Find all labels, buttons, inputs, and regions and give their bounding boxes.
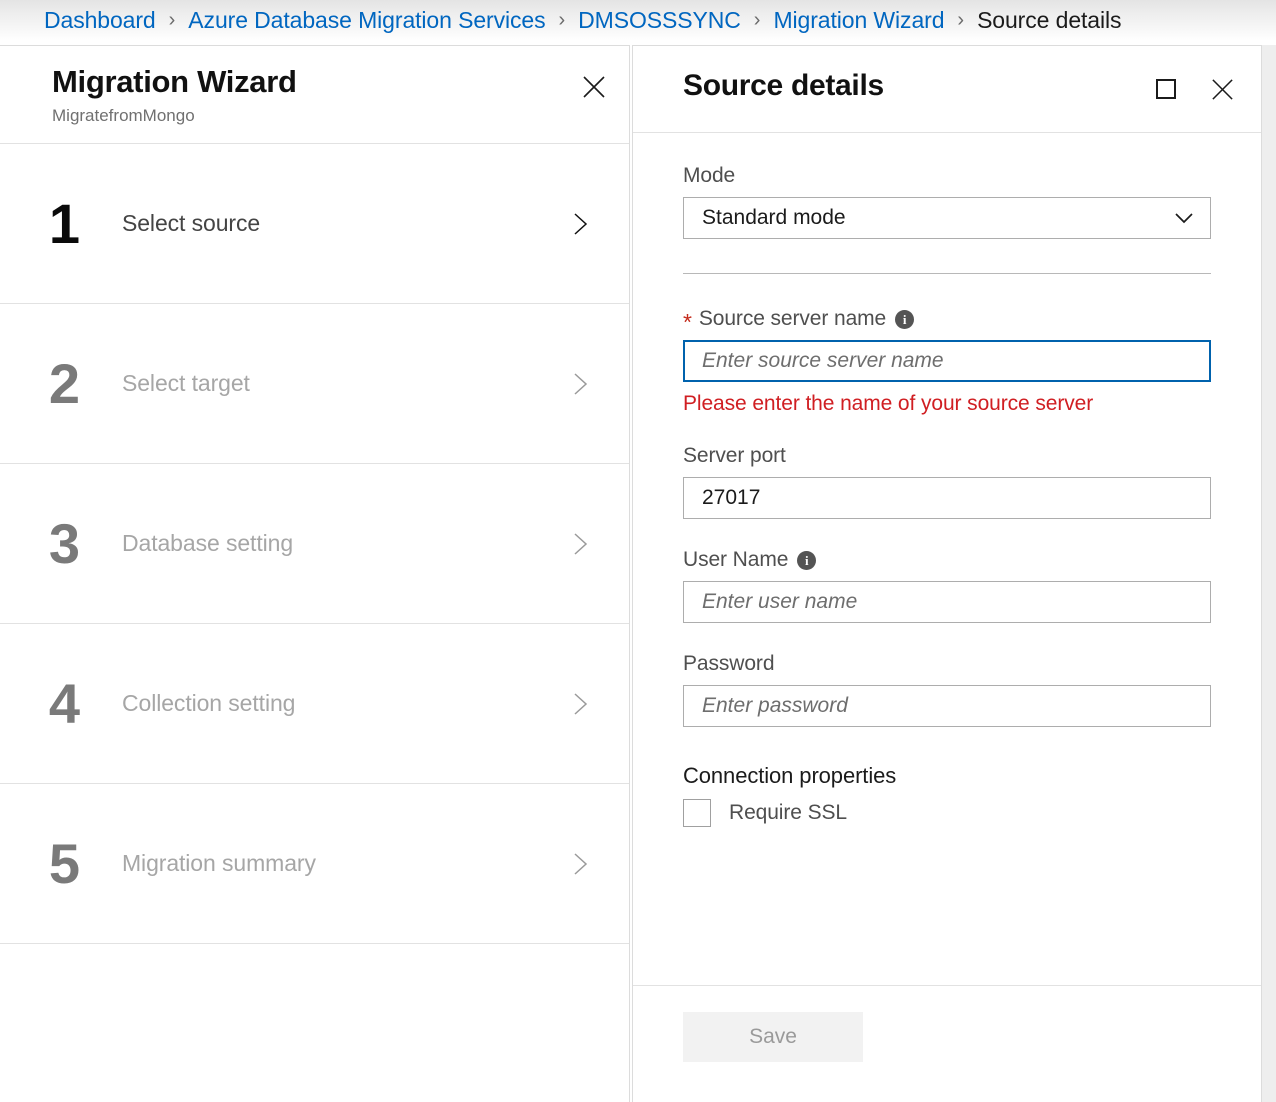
chevron-right-icon [567, 691, 593, 717]
wizard-step-select-target[interactable]: 2 Select target [0, 304, 629, 464]
maximize-icon [1156, 79, 1176, 99]
required-marker: * [683, 311, 692, 334]
breadcrumb-item-dashboard[interactable]: Dashboard [44, 7, 156, 34]
page-subtitle: MigratefromMongo [52, 105, 629, 127]
close-blade-button[interactable] [1203, 70, 1241, 108]
require-ssl-label: Require SSL [729, 801, 847, 825]
breadcrumb-separator-icon: › [754, 9, 761, 32]
breadcrumb-item-source-details: Source details [977, 7, 1121, 34]
migration-wizard-blade: Migration Wizard MigratefromMongo 1 Sele… [0, 45, 630, 1102]
user-name-label-text: User Name [683, 545, 788, 575]
step-label: Migration summary [122, 850, 316, 877]
info-icon[interactable]: i [895, 310, 914, 329]
close-icon [1210, 77, 1235, 102]
connection-properties-heading: Connection properties [683, 761, 1211, 791]
step-number: 4 [28, 676, 100, 732]
wizard-step-database-setting[interactable]: 3 Database setting [0, 464, 629, 624]
chevron-right-icon [567, 851, 593, 877]
server-port-label-text: Server port [683, 441, 786, 471]
password-label-text: Password [683, 649, 774, 679]
step-label: Collection setting [122, 690, 295, 717]
form-divider [683, 273, 1211, 274]
server-port-input[interactable] [683, 477, 1211, 519]
save-button[interactable]: Save [683, 1012, 863, 1062]
maximize-blade-button[interactable] [1147, 70, 1185, 108]
step-number: 5 [28, 836, 100, 892]
mode-selected-value: Standard mode [702, 206, 846, 230]
breadcrumb-separator-icon: › [559, 9, 566, 32]
require-ssl-checkbox[interactable] [683, 799, 711, 827]
mode-field: Mode Standard mode [683, 161, 1211, 239]
mode-select[interactable]: Standard mode [683, 197, 1211, 239]
wizard-step-select-source[interactable]: 1 Select source [0, 144, 629, 304]
step-number: 1 [28, 196, 100, 252]
source-details-footer: Save [633, 985, 1261, 1102]
close-wizard-button[interactable] [573, 66, 615, 108]
close-icon [581, 74, 607, 100]
source-server-name-field: * Source server name i Please enter the … [683, 304, 1211, 419]
blade-right-gutter [1262, 45, 1276, 1102]
source-server-name-label: * Source server name i [683, 304, 1211, 334]
source-server-name-label-text: Source server name [699, 304, 886, 334]
require-ssl-checkbox-row[interactable]: Require SSL [683, 799, 1211, 827]
mode-select-wrap: Standard mode [683, 197, 1211, 239]
breadcrumb-separator-icon: › [169, 9, 176, 32]
server-port-field: Server port [683, 441, 1211, 519]
wizard-step-collection-setting[interactable]: 4 Collection setting [0, 624, 629, 784]
breadcrumb-separator-icon: › [957, 9, 964, 32]
user-name-input[interactable] [683, 581, 1211, 623]
wizard-step-list-filler [0, 944, 629, 1056]
source-details-form: Mode Standard mode * Source server name … [633, 133, 1261, 985]
wizard-step-migration-summary[interactable]: 5 Migration summary [0, 784, 629, 944]
password-label: Password [683, 649, 1211, 679]
info-icon[interactable]: i [797, 551, 816, 570]
user-name-label: User Name i [683, 545, 1211, 575]
chevron-right-icon [567, 531, 593, 557]
chevron-right-icon [567, 211, 593, 237]
server-port-label: Server port [683, 441, 1211, 471]
password-input[interactable] [683, 685, 1211, 727]
source-details-header: Source details [633, 46, 1261, 133]
mode-label-text: Mode [683, 161, 735, 191]
chevron-right-icon [567, 371, 593, 397]
user-name-field: User Name i [683, 545, 1211, 623]
source-details-blade: Source details Mode Standard mode [632, 45, 1262, 1102]
source-server-name-error: Please enter the name of your source ser… [683, 389, 1211, 419]
page-title: Migration Wizard [52, 62, 629, 102]
step-label: Select target [122, 370, 250, 397]
step-label: Database setting [122, 530, 293, 557]
breadcrumb-item-migration-wizard[interactable]: Migration Wizard [773, 7, 944, 34]
migration-wizard-header: Migration Wizard MigratefromMongo [0, 46, 629, 144]
wizard-step-list: 1 Select source 2 Select target 3 Databa… [0, 144, 629, 1056]
mode-label: Mode [683, 161, 1211, 191]
connection-properties-field: Connection properties Require SSL [683, 761, 1211, 827]
step-number: 2 [28, 356, 100, 412]
source-server-name-input[interactable] [683, 340, 1211, 382]
breadcrumb: Dashboard › Azure Database Migration Ser… [0, 0, 1276, 41]
password-field: Password [683, 649, 1211, 727]
breadcrumb-item-azure-database-migration-services[interactable]: Azure Database Migration Services [188, 7, 545, 34]
breadcrumb-item-dmsosssync[interactable]: DMSOSSSYNC [578, 7, 741, 34]
step-label: Select source [122, 210, 260, 237]
step-number: 3 [28, 516, 100, 572]
